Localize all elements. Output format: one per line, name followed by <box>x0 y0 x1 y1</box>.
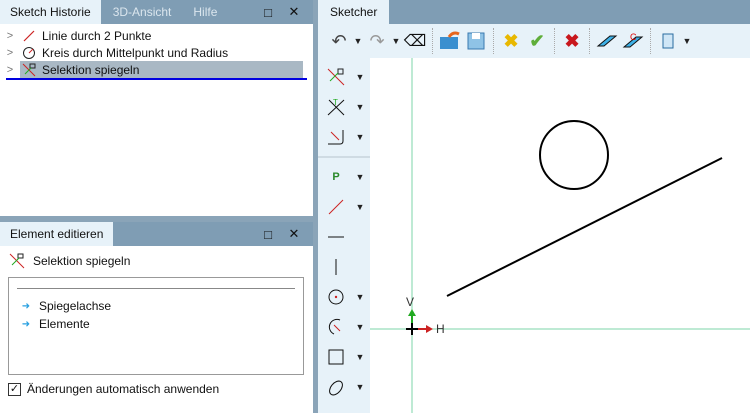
auto-apply-checkbox[interactable]: ✓ <box>8 382 21 396</box>
draw-toolbar: ▼ T ▼ ▼ P ▼ ▼ ▼ ▼ ▼ ▼ <box>318 58 370 413</box>
circle-icon <box>318 287 354 307</box>
dropdown-arrow[interactable]: ▼ <box>354 382 366 392</box>
rectangle-icon <box>318 347 354 367</box>
dropdown-arrow[interactable]: ▼ <box>354 322 366 332</box>
undo-dropdown[interactable]: ▼ <box>352 36 364 46</box>
dropdown-arrow[interactable]: ▼ <box>354 352 366 362</box>
tree-item-label: Selektion spiegeln <box>42 62 140 77</box>
dropdown-arrow[interactable]: ▼ <box>354 132 366 142</box>
tree-item-label: Kreis durch Mittelpunkt und Radius <box>42 45 229 60</box>
axis-label-h: H <box>436 322 445 336</box>
vertical-line-tool[interactable] <box>318 252 370 282</box>
line-tool[interactable]: ▼ <box>318 192 370 222</box>
edit-tabbar: Element editieren □ ✕ <box>0 222 313 246</box>
history-panel: Sketch Historie 3D-Ansicht Hilfe □ ✕ > L… <box>0 0 313 216</box>
chevron-right-icon[interactable]: > <box>0 47 20 59</box>
vertical-line-icon <box>318 257 354 277</box>
dropdown-arrow[interactable]: ▼ <box>354 172 366 182</box>
auto-apply-label: Änderungen automatisch anwenden <box>27 382 220 396</box>
point-icon: P <box>332 171 340 183</box>
arc-icon <box>318 317 354 337</box>
trim-icon: T <box>318 97 354 117</box>
field-spiegelachse[interactable]: ➜ Spiegelachse <box>17 297 295 315</box>
save-icon[interactable] <box>463 28 489 54</box>
line-icon <box>318 197 354 217</box>
tab-element-editieren[interactable]: Element editieren <box>0 222 114 246</box>
ellipse-tool[interactable]: ▼ <box>318 372 370 402</box>
dropdown-arrow[interactable]: ▼ <box>354 72 366 82</box>
axis-label-v: V <box>406 295 415 309</box>
line-icon <box>20 29 38 43</box>
fillet-icon <box>318 127 354 147</box>
tree-item-selected[interactable]: > Selektion spiegeln <box>0 61 313 78</box>
dropdown-arrow[interactable]: ▼ <box>354 292 366 302</box>
cancel-yellow-icon[interactable]: ✖ <box>498 28 524 54</box>
mirror-icon <box>8 253 26 269</box>
mirror-tool[interactable]: ▼ <box>318 62 370 92</box>
redo-icon[interactable]: ↷ <box>364 28 390 54</box>
svg-text:T: T <box>333 98 338 107</box>
eraser-construction-icon[interactable]: C <box>620 28 646 54</box>
undo-icon[interactable]: ↶ <box>326 28 352 54</box>
circle-tool[interactable]: ▼ <box>318 282 370 312</box>
tab-3d-ansicht[interactable]: 3D-Ansicht <box>101 0 182 24</box>
selection-underline <box>6 78 307 80</box>
maximize-icon[interactable]: □ <box>255 227 281 242</box>
dropdown-arrow[interactable]: ▼ <box>354 202 366 212</box>
main-toolbar: ↶ ▼ ↷ ▼ ⌫ ✖ ✔ ✖ C ▼ <box>318 24 750 58</box>
field-label: Spiegelachse <box>39 299 112 313</box>
svg-text:C: C <box>630 32 637 42</box>
fillet-tool[interactable]: ▼ <box>318 122 370 152</box>
history-tabbar: Sketch Historie 3D-Ansicht Hilfe □ ✕ <box>0 0 313 24</box>
open-folder-icon[interactable] <box>437 28 463 54</box>
edit-panel: Element editieren □ ✕ Selektion spiegeln… <box>0 222 313 413</box>
eraser-icon[interactable] <box>594 28 620 54</box>
point-tool[interactable]: P ▼ <box>318 162 370 192</box>
auto-apply-row[interactable]: ✓ Änderungen automatisch anwenden <box>0 375 313 396</box>
selection-box: ➜ Spiegelachse ➜ Elemente <box>8 277 304 375</box>
view-icon[interactable] <box>655 28 681 54</box>
pick-arrow-icon: ➜ <box>21 318 31 330</box>
mirror-icon <box>318 67 354 87</box>
view-dropdown[interactable]: ▼ <box>681 36 693 46</box>
maximize-icon[interactable]: □ <box>255 5 281 20</box>
sketch-canvas[interactable] <box>370 58 750 413</box>
tab-hilfe[interactable]: Hilfe <box>181 0 227 24</box>
circle-radius-icon <box>20 46 38 60</box>
trim-tool[interactable]: T ▼ <box>318 92 370 122</box>
tab-sketcher[interactable]: Sketcher <box>318 0 390 24</box>
sketch-circle <box>539 120 609 190</box>
rectangle-tool[interactable]: ▼ <box>318 342 370 372</box>
field-elemente[interactable]: ➜ Elemente <box>17 315 295 333</box>
close-icon[interactable]: ✕ <box>281 4 307 20</box>
chevron-right-icon[interactable]: > <box>0 64 20 76</box>
ellipse-icon <box>318 377 354 397</box>
delete-red-icon[interactable]: ✖ <box>559 28 585 54</box>
sketch-line <box>446 157 723 297</box>
arc-tool[interactable]: ▼ <box>318 312 370 342</box>
tree-item-label: Linie durch 2 Punkte <box>42 28 152 43</box>
sketcher-panel: Sketcher ↶ ▼ ↷ ▼ ⌫ ✖ ✔ ✖ C ▼ ▼ T ▼ ▼ P ▼ ▼ ▼… <box>318 0 750 413</box>
tab-sketch-historie[interactable]: Sketch Historie <box>0 0 101 24</box>
edit-title: Selektion spiegeln <box>33 254 131 268</box>
sketcher-tabbar: Sketcher <box>318 0 750 24</box>
backspace-icon[interactable]: ⌫ <box>402 28 428 54</box>
horizontal-line-icon <box>318 227 354 247</box>
dropdown-arrow[interactable]: ▼ <box>354 102 366 112</box>
mirror-icon <box>20 63 38 77</box>
chevron-right-icon[interactable]: > <box>0 30 20 42</box>
pick-arrow-icon: ➜ <box>21 300 31 312</box>
field-label: Elemente <box>39 317 90 331</box>
tree-item[interactable]: > Kreis durch Mittelpunkt und Radius <box>0 44 313 61</box>
horizontal-line-tool[interactable] <box>318 222 370 252</box>
confirm-check-icon[interactable]: ✔ <box>524 28 550 54</box>
close-icon[interactable]: ✕ <box>281 226 307 242</box>
tree-item[interactable]: > Linie durch 2 Punkte <box>0 27 313 44</box>
redo-dropdown[interactable]: ▼ <box>390 36 402 46</box>
